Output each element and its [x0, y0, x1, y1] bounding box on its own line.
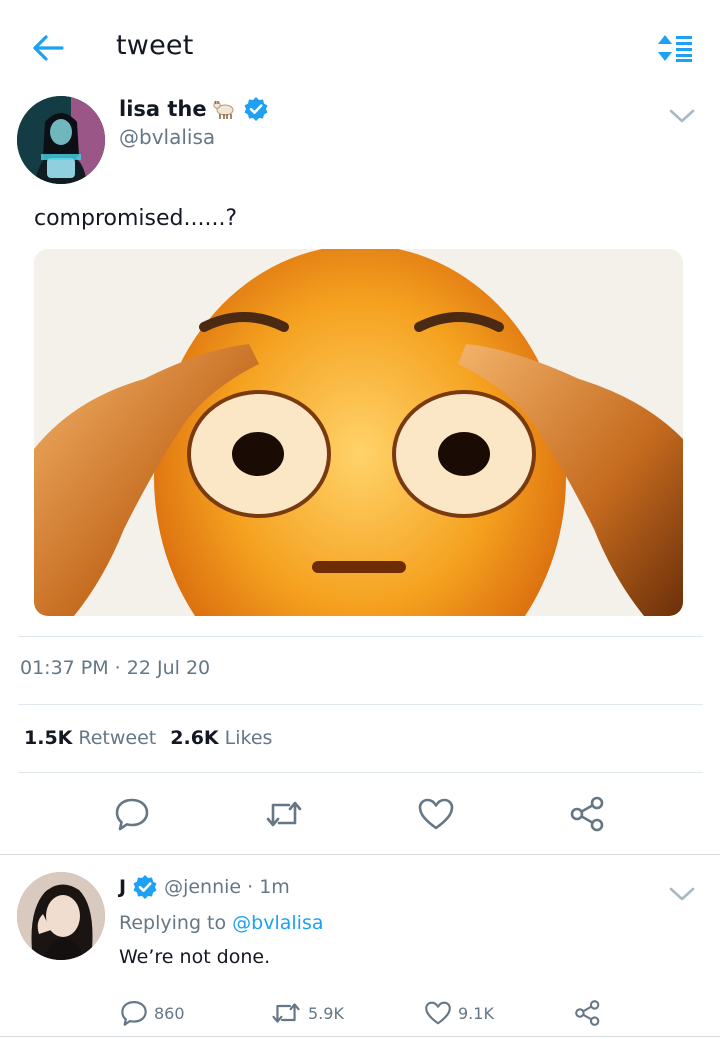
share-icon [570, 796, 604, 832]
reply-like-button[interactable]: 9.1K [424, 998, 494, 1028]
heart-icon [418, 798, 454, 830]
reply-author-name[interactable]: J [119, 876, 126, 898]
chevron-down-icon[interactable] [667, 884, 697, 904]
divider [18, 636, 703, 637]
avatar-image [17, 96, 105, 184]
reply-author-handle[interactable]: @jennie [164, 876, 241, 898]
retweet-icon [266, 801, 302, 827]
arrow-left-icon [33, 35, 64, 61]
top-bar: tweet [0, 0, 720, 96]
share-icon [575, 1000, 600, 1026]
tweet-media-image[interactable] [34, 249, 683, 616]
reply-retweet-button[interactable]: 5.9K [270, 998, 344, 1028]
share-button[interactable] [568, 794, 608, 834]
back-button[interactable] [30, 30, 66, 66]
likes-label[interactable]: Likes [225, 727, 273, 749]
reply-like-count: 9.1K [458, 1003, 494, 1023]
tweet-stats: 1.5K Retweet 2.6K Likes [24, 727, 286, 749]
avatar[interactable] [17, 96, 105, 184]
chevron-down-icon[interactable] [667, 106, 697, 126]
retweets-label[interactable]: Retweet [78, 727, 156, 749]
author-handle[interactable]: @bvlalisa [119, 125, 215, 149]
replying-mention[interactable]: @bvlalisa [232, 912, 323, 934]
reply-share-button[interactable] [574, 998, 602, 1028]
reply-time: · 1m [247, 876, 290, 898]
reply-reply-button[interactable]: 860 [120, 998, 185, 1028]
divider [18, 772, 703, 773]
reply-avatar[interactable] [17, 872, 105, 960]
like-button[interactable] [416, 794, 456, 834]
verified-badge-icon [133, 875, 157, 899]
retweet-icon [272, 1003, 300, 1023]
reply-text: We’re not done. [119, 946, 271, 968]
heart-icon [425, 1001, 451, 1025]
page-title: tweet [116, 30, 194, 61]
section-divider [0, 854, 720, 855]
bottom-divider [0, 1036, 720, 1037]
goat-emoji-icon [212, 100, 234, 119]
reply-button[interactable] [112, 794, 152, 834]
reply-icon [115, 798, 149, 831]
reply-reply-count: 860 [154, 1003, 185, 1023]
replying-to: Replying to @bvlalisa [119, 912, 324, 934]
reply-avatar-image [17, 872, 105, 960]
sort-icon [658, 35, 692, 62]
flushed-emoji-image [34, 249, 683, 616]
author-name-text: lisa the [119, 97, 207, 121]
reply-header: J @jennie · 1m [119, 874, 290, 900]
retweet-button[interactable] [264, 794, 304, 834]
reply-retweet-count: 5.9K [308, 1003, 344, 1023]
author-name[interactable]: lisa the [119, 96, 269, 122]
tweet-text: compromised......? [34, 206, 238, 231]
divider [18, 704, 703, 705]
reply-icon [121, 1001, 147, 1026]
retweets-count[interactable]: 1.5K [24, 727, 72, 749]
likes-count[interactable]: 2.6K [170, 727, 218, 749]
tweet-timestamp: 01:37 PM · 22 Jul 20 [20, 657, 211, 679]
verified-badge-icon [244, 97, 268, 121]
sort-button[interactable] [654, 30, 696, 66]
replying-prefix: Replying to [119, 912, 227, 934]
